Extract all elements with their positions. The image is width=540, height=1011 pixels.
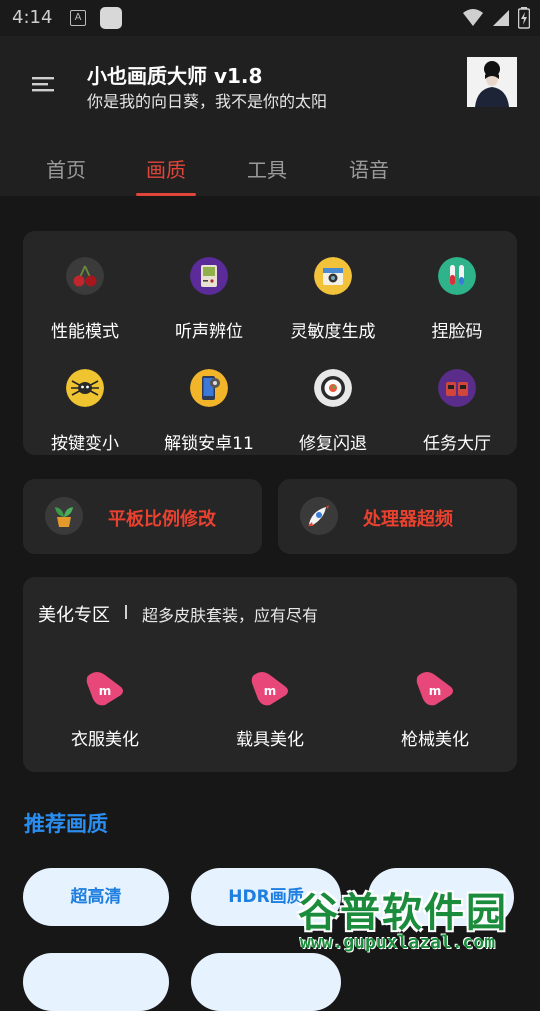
rocket-icon <box>300 497 338 535</box>
grid-item-sensitivity-generator[interactable]: 灵敏度生成 <box>271 251 395 351</box>
grid-item-smaller-buttons[interactable]: 按键变小 <box>23 363 147 463</box>
cherry-icon <box>66 257 104 295</box>
tablet-ratio-label: 平板比例修改 <box>108 509 216 530</box>
tablet-ratio-button[interactable]: 平板比例修改 <box>23 479 262 554</box>
grid-item-label: 听声辨位 <box>175 322 243 342</box>
avatar-image <box>467 57 517 107</box>
test-tubes-icon <box>438 257 476 295</box>
app-header: 小也画质大师 v1.8 你是我的向日葵，我不是你的太阳 首页 画质 工具 语音 <box>0 36 540 196</box>
cpu-overclock-button[interactable]: 处理器超频 <box>278 479 517 554</box>
grid-item-fix-crash[interactable]: 修复闪退 <box>271 363 395 463</box>
plant-pot-icon <box>45 497 83 535</box>
beauty-item-clothes[interactable]: m 衣服美化 <box>45 667 165 750</box>
status-bar: 4:14 A <box>0 0 540 36</box>
signal-icon <box>493 10 509 26</box>
grid-item-face-code[interactable]: 捏脸码 <box>395 251 519 351</box>
battery-icon <box>518 7 530 29</box>
app-subtitle: 你是我的向日葵，我不是你的太阳 <box>87 92 328 111</box>
tab-tools[interactable]: 工具 <box>227 154 307 183</box>
beauty-item-vehicle[interactable]: m 载具美化 <box>210 667 330 750</box>
beauty-zone-subtitle: 超多皮肤套装，应有尽有 <box>142 606 319 625</box>
tab-home[interactable]: 首页 <box>26 154 106 183</box>
grid-item-label: 任务大厅 <box>423 434 491 454</box>
beauty-zone: 美化专区 超多皮肤套装，应有尽有 m 衣服美化 m 载具美化 m 枪械美化 <box>23 577 517 772</box>
menu-icon[interactable] <box>32 74 56 94</box>
beauty-item-label: 载具美化 <box>236 730 304 750</box>
beauty-zone-title: 美化专区 <box>38 605 110 626</box>
app-notification-icon <box>100 7 122 29</box>
m-logo-icon: m <box>86 672 123 706</box>
beauty-item-label: 枪械美化 <box>401 730 469 750</box>
grid-item-label: 按键变小 <box>51 434 119 454</box>
m-logo-icon: m <box>251 672 288 706</box>
status-time: 4:14 <box>12 7 53 28</box>
app-title: 小也画质大师 v1.8 <box>87 64 263 88</box>
cpu-overclock-label: 处理器超频 <box>363 509 453 530</box>
avatar[interactable] <box>467 57 517 107</box>
svg-text:m: m <box>429 684 442 698</box>
watermark-text: 谷普软件园 <box>298 890 508 936</box>
beauty-item-label: 衣服美化 <box>71 730 139 750</box>
sushi-icon <box>314 369 352 407</box>
grid-item-unlock-android11[interactable]: 解锁安卓11 <box>147 363 271 463</box>
grid-item-label: 修复闪退 <box>299 434 367 454</box>
grid-item-label: 解锁安卓11 <box>164 434 254 454</box>
watermark: 谷普软件园 www.gupuxlazal.com <box>294 880 540 960</box>
grid-item-task-hall[interactable]: 任务大厅 <box>395 363 519 463</box>
svg-text:m: m <box>264 684 277 698</box>
wifi-icon <box>463 9 483 26</box>
tab-bar: 首页 画质 工具 语音 <box>0 148 540 196</box>
quality-pill[interactable] <box>191 953 341 1011</box>
beauty-item-weapon[interactable]: m 枪械美化 <box>375 667 495 750</box>
gameboy-icon <box>190 257 228 295</box>
m-logo-icon: m <box>416 672 453 706</box>
phone-settings-icon <box>190 369 228 407</box>
grid-item-performance-mode[interactable]: 性能模式 <box>23 251 147 351</box>
svg-text:m: m <box>99 684 112 698</box>
grid-item-label: 捏脸码 <box>431 322 483 342</box>
quality-pill-ultra-hd[interactable]: 超高清 <box>23 868 169 926</box>
tab-voice[interactable]: 语音 <box>329 154 409 183</box>
quality-pill[interactable] <box>23 953 169 1011</box>
grid-item-label: 灵敏度生成 <box>290 322 376 342</box>
recommended-quality-title: 推荐画质 <box>24 812 108 836</box>
camera-icon <box>314 257 352 295</box>
active-tab-indicator <box>136 193 196 196</box>
spider-icon <box>66 369 104 407</box>
grid-item-sound-position[interactable]: 听声辨位 <box>147 251 271 351</box>
a-notification-icon: A <box>70 10 86 26</box>
feature-grid: 性能模式 听声辨位 灵敏度生成 捏脸码 按键变小 解锁安卓11 修复闪退 任务大… <box>23 231 517 455</box>
grid-item-label: 性能模式 <box>51 322 119 342</box>
divider <box>125 605 127 619</box>
watermark-url: www.gupuxlazal.com <box>300 932 496 953</box>
tab-quality[interactable]: 画质 <box>126 154 206 183</box>
group-icon <box>438 369 476 407</box>
